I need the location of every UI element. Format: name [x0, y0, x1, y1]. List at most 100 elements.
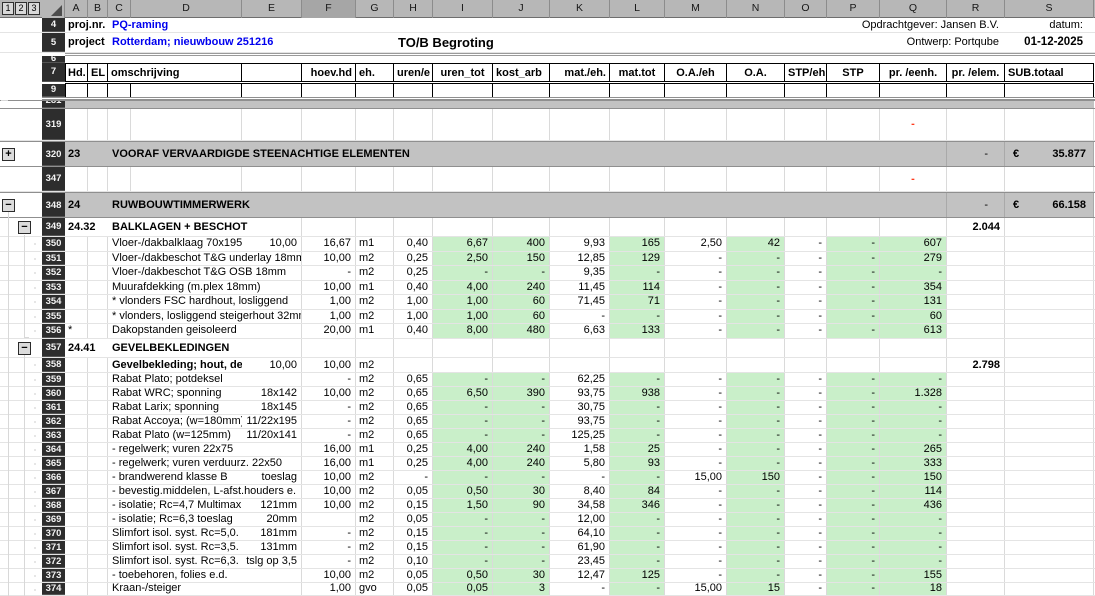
- cell-N370[interactable]: -: [727, 527, 785, 540]
- cell-M352[interactable]: -: [665, 266, 727, 280]
- cell-S353[interactable]: [1005, 281, 1094, 295]
- cell-empty-347[interactable]: [785, 167, 827, 191]
- cell-S367[interactable]: [1005, 485, 1094, 498]
- cell-I369[interactable]: -: [433, 513, 493, 526]
- cell-G359[interactable]: m2: [356, 373, 394, 386]
- cell-G358[interactable]: m2: [356, 358, 394, 372]
- cell-empty-319[interactable]: [1005, 109, 1094, 140]
- cell-J358[interactable]: [493, 358, 550, 372]
- cell-desc-374[interactable]: Kraan-/steiger: [108, 583, 302, 595]
- cell-frame[interactable]: [302, 84, 356, 97]
- cell-A355[interactable]: [65, 310, 88, 324]
- cell-F373[interactable]: 10,00: [302, 569, 356, 582]
- cell-Q-347[interactable]: -: [880, 167, 947, 191]
- cell-B351[interactable]: [88, 252, 108, 266]
- row-header-362[interactable]: 362: [42, 415, 65, 428]
- cell-N366[interactable]: 150: [727, 471, 785, 484]
- cell-frame[interactable]: [88, 84, 108, 97]
- cell-empty-319[interactable]: [550, 109, 610, 140]
- cell-desc-360[interactable]: Rabat WRC; sponning: [108, 387, 242, 400]
- cell-M354[interactable]: -: [665, 295, 727, 309]
- cell-desc-369[interactable]: - isolatie; Rc=6,3 toeslag: [108, 513, 242, 526]
- header-cell-E[interactable]: [242, 64, 302, 81]
- cell-J350[interactable]: 400: [493, 237, 550, 251]
- cell-M358[interactable]: [665, 358, 727, 372]
- cell-frame[interactable]: [394, 84, 433, 97]
- cell-J359[interactable]: -: [493, 373, 550, 386]
- cell-H364[interactable]: 0,25: [394, 443, 433, 456]
- column-header-B[interactable]: B: [88, 0, 108, 18]
- cell-empty-347[interactable]: [242, 167, 302, 191]
- cell-section-total[interactable]: €35.877: [1005, 142, 1094, 166]
- cell-G353[interactable]: m1: [356, 281, 394, 295]
- cell-empty-347[interactable]: [356, 167, 394, 191]
- cell-empty-347[interactable]: [665, 167, 727, 191]
- cell-H369[interactable]: 0,05: [394, 513, 433, 526]
- row-header-354[interactable]: 354: [42, 295, 65, 309]
- cell-E370[interactable]: 181mm: [242, 527, 302, 540]
- cell-R372[interactable]: [947, 555, 1005, 568]
- cell-Q359[interactable]: -: [880, 373, 947, 386]
- cell-R357[interactable]: [947, 339, 1005, 357]
- cell-desc-362[interactable]: Rabat Accoya; (w=180mm): [108, 415, 242, 428]
- cell-opdrachtgever[interactable]: Opdrachtgever: Jansen B.V.: [700, 18, 1003, 32]
- cell-section-dash[interactable]: -: [947, 142, 1005, 166]
- cell-P372[interactable]: -: [827, 555, 880, 568]
- cell-desc-365[interactable]: - regelwerk; vuren verduurz. 22x50: [108, 457, 302, 470]
- row-header-361[interactable]: 361: [42, 401, 65, 414]
- cell-empty-319[interactable]: [947, 109, 1005, 140]
- header-cell-C[interactable]: omschrijving: [108, 64, 242, 81]
- header-cell-M[interactable]: O.A./eh: [665, 64, 727, 81]
- cell-I360[interactable]: 6,50: [433, 387, 493, 400]
- cell-B364[interactable]: [88, 443, 108, 456]
- cell-E360[interactable]: 18x142: [242, 387, 302, 400]
- row-header-363[interactable]: 363: [42, 429, 65, 442]
- cell-H349[interactable]: [394, 218, 433, 236]
- cell-B353[interactable]: [88, 281, 108, 295]
- cell-H357[interactable]: [394, 339, 433, 357]
- cell-F367[interactable]: 10,00: [302, 485, 356, 498]
- cell-A353[interactable]: [65, 281, 88, 295]
- cell-desc-354[interactable]: * vlonders FSC hardhout, losliggend: [108, 295, 302, 309]
- cell-L366[interactable]: -: [610, 471, 665, 484]
- cell-empty-347[interactable]: [827, 167, 880, 191]
- cell-K363[interactable]: 125,25: [550, 429, 610, 442]
- cell-K367[interactable]: 8,40: [550, 485, 610, 498]
- cell-O370[interactable]: -: [785, 527, 827, 540]
- cell-M372[interactable]: -: [665, 555, 727, 568]
- cell-R366[interactable]: [947, 471, 1005, 484]
- cell-B372[interactable]: [88, 555, 108, 568]
- cell-P369[interactable]: -: [827, 513, 880, 526]
- row-header-357[interactable]: 357: [42, 339, 65, 357]
- cell-F359[interactable]: -: [302, 373, 356, 386]
- cell-group-code[interactable]: 24.32: [65, 218, 108, 236]
- outline-collapse-button-row348[interactable]: −: [2, 199, 15, 212]
- row-header-281[interactable]: 281: [42, 101, 65, 108]
- cell-R367[interactable]: [947, 485, 1005, 498]
- cell-Q374[interactable]: 18: [880, 583, 947, 595]
- cell-I358[interactable]: [433, 358, 493, 372]
- cell-J353[interactable]: 240: [493, 281, 550, 295]
- cell-L367[interactable]: 84: [610, 485, 665, 498]
- cell-G371[interactable]: m2: [356, 541, 394, 554]
- cell-B366[interactable]: [88, 471, 108, 484]
- cell-J368[interactable]: 90: [493, 499, 550, 512]
- cell-A351[interactable]: [65, 252, 88, 266]
- cell-K360[interactable]: 93,75: [550, 387, 610, 400]
- cell-R356[interactable]: [947, 324, 1005, 338]
- cell-Q367[interactable]: 114: [880, 485, 947, 498]
- cell-F358[interactable]: 10,00: [302, 358, 356, 372]
- cell-B354[interactable]: [88, 295, 108, 309]
- cell-F360[interactable]: 10,00: [302, 387, 356, 400]
- row-header-320[interactable]: 320: [42, 142, 65, 166]
- cell-A359[interactable]: [65, 373, 88, 386]
- row-header-319[interactable]: 319: [42, 109, 65, 140]
- cell-Q363[interactable]: -: [880, 429, 947, 442]
- cell-G350[interactable]: m1: [356, 237, 394, 251]
- cell-B361[interactable]: [88, 401, 108, 414]
- cell-R371[interactable]: [947, 541, 1005, 554]
- cell-frame[interactable]: [433, 84, 493, 97]
- cell-K350[interactable]: 9,93: [550, 237, 610, 251]
- cell-O374[interactable]: -: [785, 583, 827, 595]
- cell-L354[interactable]: 71: [610, 295, 665, 309]
